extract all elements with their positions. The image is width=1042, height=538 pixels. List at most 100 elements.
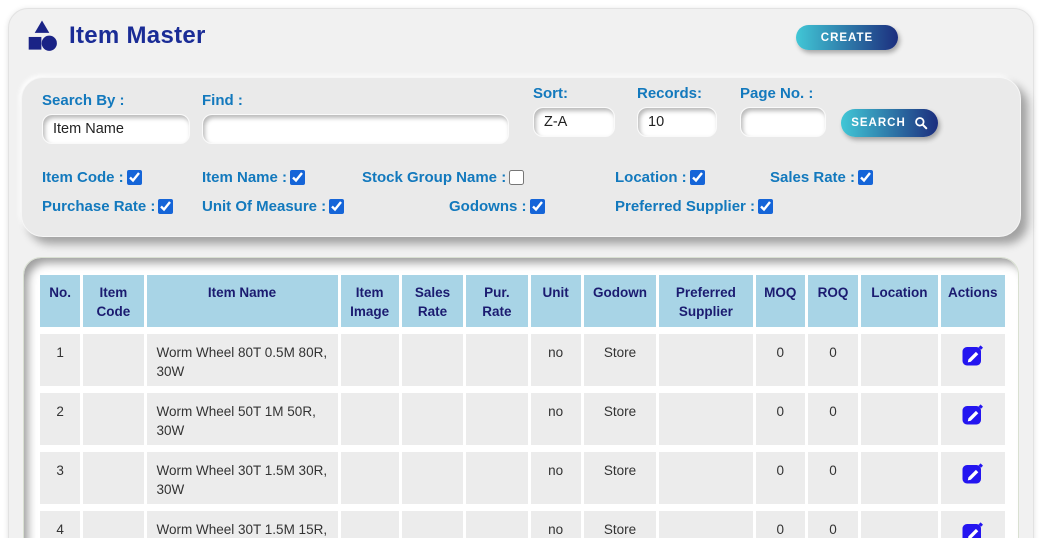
- item-name-checkbox[interactable]: [290, 170, 305, 185]
- cell-unit: no: [531, 511, 581, 538]
- stock-group-name-checkbox[interactable]: [509, 170, 524, 185]
- title-bar: Item Master CREATE: [9, 9, 1033, 69]
- cell-item-name: Worm Wheel 50T 1M 50R, 30W: [147, 393, 338, 445]
- column-header: No.: [40, 275, 80, 327]
- create-button[interactable]: CREATE: [796, 25, 898, 50]
- filter-checkbox-preferred-supplier[interactable]: Preferred Supplier :: [615, 196, 773, 216]
- edit-button[interactable]: [961, 402, 985, 426]
- filter-checkbox-godowns[interactable]: Godowns :: [449, 196, 545, 216]
- page-no-label: Page No. :: [740, 85, 813, 102]
- main-card: Item Master CREATE Search By : Find : So…: [8, 8, 1034, 538]
- page-no-input[interactable]: [740, 107, 826, 137]
- cell-item-name: Worm Wheel 30T 1.5M 15R,: [147, 511, 338, 538]
- checkbox-label: Preferred Supplier :: [615, 198, 755, 215]
- cell-moq: 0: [756, 452, 805, 504]
- shapes-icon: [23, 17, 61, 55]
- cell-location: [861, 452, 937, 504]
- cell-no: 1: [40, 334, 80, 386]
- edit-pencil-square-icon: [961, 461, 985, 485]
- item-code-checkbox[interactable]: [127, 170, 142, 185]
- sort-label: Sort:: [533, 85, 568, 102]
- cell-pur-rate: [466, 452, 527, 504]
- filter-panel: Search By : Find : Sort: Records: Page N…: [21, 77, 1021, 237]
- sort-input[interactable]: [533, 107, 615, 137]
- cell-item-image: [341, 334, 399, 386]
- items-table: No.Item CodeItem NameItem ImageSales Rat…: [37, 268, 1008, 538]
- checkbox-label: Sales Rate :: [770, 169, 855, 186]
- cell-pur-rate: [466, 393, 527, 445]
- cell-item-code: [83, 393, 143, 445]
- cell-pur-rate: [466, 511, 527, 538]
- filter-checkbox-location[interactable]: Location :: [615, 167, 705, 187]
- cell-actions: [941, 393, 1005, 445]
- cell-item-image: [341, 511, 399, 538]
- cell-item-code: [83, 511, 143, 538]
- filter-checkbox-purchase-rate[interactable]: Purchase Rate :: [42, 196, 173, 216]
- cell-unit: no: [531, 393, 581, 445]
- cell-sales-rate: [402, 452, 463, 504]
- edit-button[interactable]: [961, 343, 985, 367]
- cell-sales-rate: [402, 393, 463, 445]
- cell-godown: Store: [584, 452, 656, 504]
- column-header: Godown: [584, 275, 656, 327]
- checkbox-label: Purchase Rate :: [42, 198, 155, 215]
- sales-rate-checkbox[interactable]: [858, 170, 873, 185]
- filter-checkbox-item-code[interactable]: Item Code :: [42, 167, 142, 187]
- checkbox-label: Location :: [615, 169, 687, 186]
- find-input[interactable]: [202, 114, 509, 144]
- cell-pur-rate: [466, 334, 527, 386]
- items-table-panel: No.Item CodeItem NameItem ImageSales Rat…: [23, 257, 1019, 538]
- page-title: Item Master: [69, 22, 206, 50]
- purchase-rate-checkbox[interactable]: [158, 199, 173, 214]
- edit-button[interactable]: [961, 461, 985, 485]
- filter-checkbox-unit-of-measure[interactable]: Unit Of Measure :: [202, 196, 344, 216]
- cell-sales-rate: [402, 511, 463, 538]
- search-by-input[interactable]: [42, 114, 190, 144]
- column-header: Preferred Supplier: [659, 275, 753, 327]
- cell-location: [861, 334, 937, 386]
- cell-roq: 0: [808, 393, 858, 445]
- cell-godown: Store: [584, 511, 656, 538]
- search-button[interactable]: SEARCH: [841, 109, 938, 137]
- cell-moq: 0: [756, 393, 805, 445]
- table-header-row: No.Item CodeItem NameItem ImageSales Rat…: [40, 275, 1005, 327]
- unit-of-measure-checkbox[interactable]: [329, 199, 344, 214]
- cell-moq: 0: [756, 334, 805, 386]
- search-button-label: SEARCH: [851, 117, 906, 129]
- edit-pencil-square-icon: [961, 520, 985, 538]
- table-body: 1Worm Wheel 80T 0.5M 80R, 30WnoStore00 2…: [40, 334, 1005, 538]
- filter-checkbox-stock-group-name[interactable]: Stock Group Name :: [362, 167, 524, 187]
- cell-no: 3: [40, 452, 80, 504]
- column-header: Unit: [531, 275, 581, 327]
- column-header: Actions: [941, 275, 1005, 327]
- column-header: MOQ: [756, 275, 805, 327]
- preferred-supplier-checkbox[interactable]: [758, 199, 773, 214]
- cell-item-image: [341, 452, 399, 504]
- table-row: 1Worm Wheel 80T 0.5M 80R, 30WnoStore00: [40, 334, 1005, 386]
- checkbox-label: Item Code :: [42, 169, 124, 186]
- cell-no: 4: [40, 511, 80, 538]
- column-header: Item Image: [341, 275, 399, 327]
- cell-godown: Store: [584, 393, 656, 445]
- checkbox-label: Godowns :: [449, 198, 527, 215]
- filter-checkbox-sales-rate[interactable]: Sales Rate :: [770, 167, 873, 187]
- edit-pencil-square-icon: [961, 402, 985, 426]
- cell-item-name: Worm Wheel 30T 1.5M 30R, 30W: [147, 452, 338, 504]
- records-input[interactable]: [637, 107, 717, 137]
- table-row: 2Worm Wheel 50T 1M 50R, 30WnoStore00: [40, 393, 1005, 445]
- cell-actions: [941, 334, 1005, 386]
- cell-sales-rate: [402, 334, 463, 386]
- column-header: ROQ: [808, 275, 858, 327]
- cell-item-code: [83, 334, 143, 386]
- checkbox-label: Unit Of Measure :: [202, 198, 326, 215]
- records-label: Records:: [637, 85, 702, 102]
- cell-roq: 0: [808, 334, 858, 386]
- godowns-checkbox[interactable]: [530, 199, 545, 214]
- location-checkbox[interactable]: [690, 170, 705, 185]
- cell-preferred-supplier: [659, 393, 753, 445]
- filter-checkbox-item-name[interactable]: Item Name :: [202, 167, 305, 187]
- edit-button[interactable]: [961, 520, 985, 538]
- column-header: Item Name: [147, 275, 338, 327]
- item-master-screen: Item Master CREATE Search By : Find : So…: [0, 0, 1042, 538]
- checkbox-label: Item Name :: [202, 169, 287, 186]
